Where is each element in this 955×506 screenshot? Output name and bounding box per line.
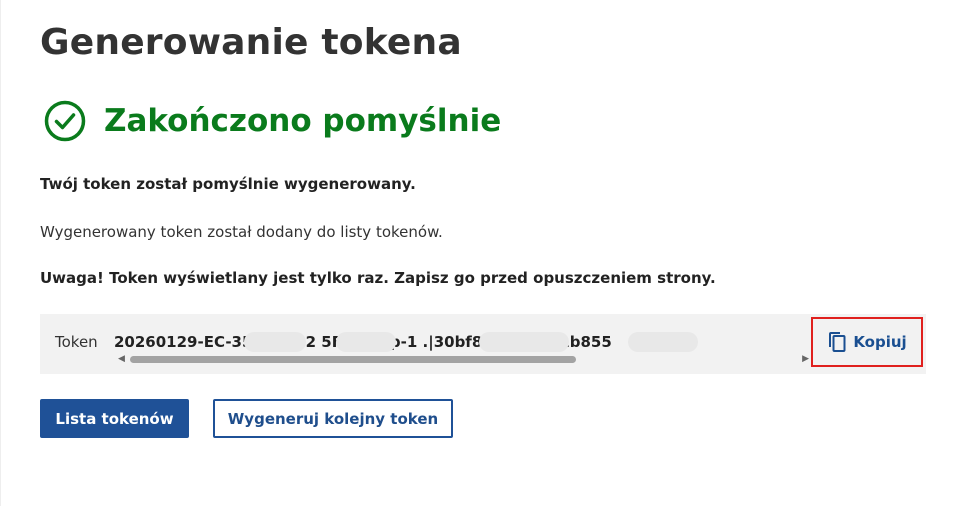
token-label: Token (55, 333, 98, 351)
scroll-right-arrow-icon[interactable]: ▶ (802, 354, 809, 364)
page-left-border (0, 0, 1, 506)
check-circle-icon (44, 100, 86, 142)
redaction-mask (628, 332, 698, 352)
copy-token-button[interactable]: Kopiuj (811, 317, 923, 367)
added-to-list-message: Wygenerowany token został dodany do list… (40, 223, 443, 241)
copy-button-label: Kopiuj (853, 333, 907, 351)
scrollbar-thumb[interactable] (130, 356, 576, 363)
generate-another-token-button[interactable]: Wygeneruj kolejny token (213, 399, 453, 438)
redaction-mask (336, 332, 396, 352)
redaction-mask (244, 332, 306, 352)
success-banner: Zakończono pomyślnie (43, 99, 501, 143)
redaction-mask (479, 332, 569, 352)
copy-icon (829, 332, 846, 352)
list-tokens-button[interactable]: Lista tokenów (40, 399, 189, 438)
warning-message: Uwaga! Token wyświetlany jest tylko raz.… (40, 269, 716, 287)
scroll-left-arrow-icon[interactable]: ◀ (118, 354, 125, 364)
page-title: Generowanie tokena (40, 22, 462, 63)
success-title: Zakończono pomyślnie (104, 103, 502, 139)
token-horizontal-scrollbar[interactable]: ◀ ▶ (116, 353, 809, 365)
token-box: Token 20260129-EC-354 00-12 5F-86|nip-1 … (40, 314, 926, 374)
generated-message: Twój token został pomyślnie wygenerowany… (40, 175, 416, 193)
